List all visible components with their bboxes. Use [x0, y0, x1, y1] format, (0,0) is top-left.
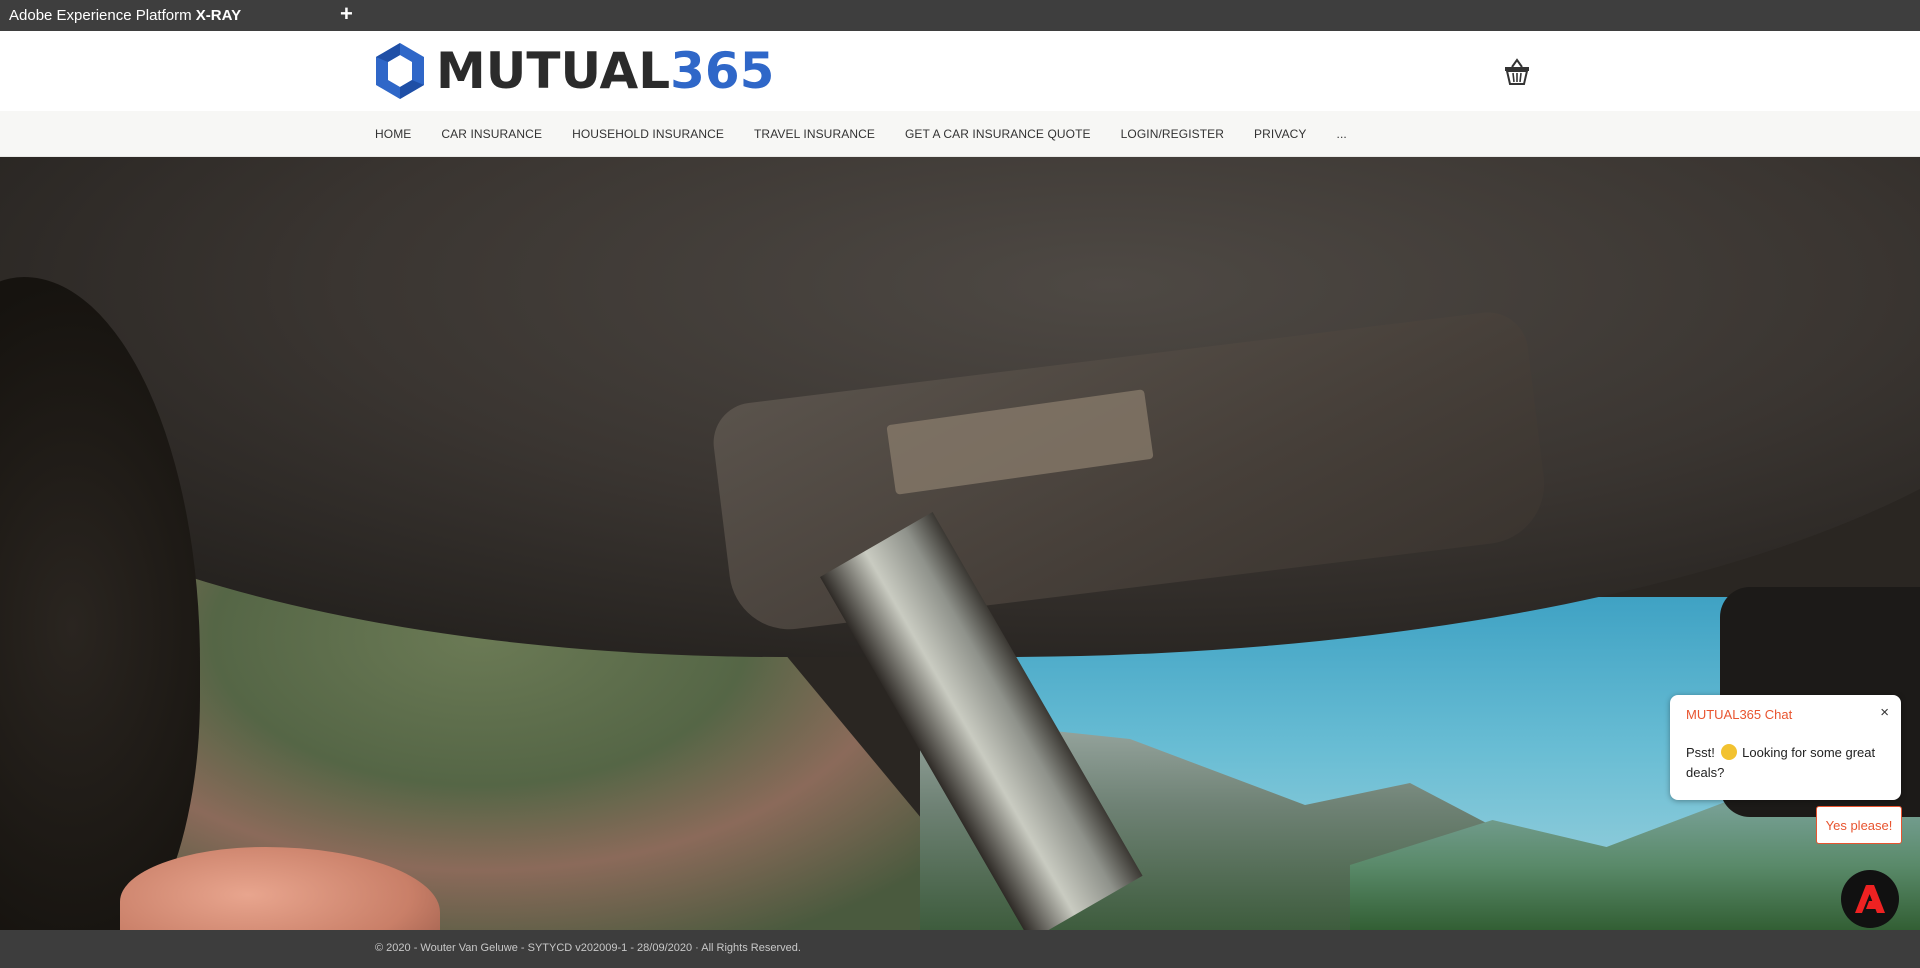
nav-item-home[interactable]: HOME — [375, 127, 411, 141]
xray-toolbar: Adobe Experience Platform X-RAY + — [0, 0, 1920, 31]
nav-item-travel-insurance[interactable]: TRAVEL INSURANCE — [754, 127, 875, 141]
chat-popup: MUTUAL365 Chat × Psst! Looking for some … — [1670, 695, 1901, 800]
chat-title: MUTUAL365 Chat — [1686, 707, 1793, 722]
chat-yes-button[interactable]: Yes please! — [1816, 806, 1902, 844]
close-icon[interactable]: × — [1880, 704, 1889, 722]
nav-item-car-insurance[interactable]: CAR INSURANCE — [441, 127, 542, 141]
logo-wordmark: MUTUAL365 — [436, 41, 774, 101]
hero-image — [0, 157, 1920, 931]
chat-message-start: Psst! — [1686, 745, 1715, 760]
chat-message-end: Looking for some great deals? — [1686, 745, 1876, 780]
add-button[interactable]: + — [340, 2, 353, 26]
adobe-icon[interactable] — [1841, 870, 1899, 928]
logo-text-365: 365 — [670, 42, 775, 100]
nav-item-login-register[interactable]: LOGIN/REGISTER — [1121, 127, 1224, 141]
site-header: MUTUAL365 — [0, 31, 1920, 111]
nav-item-car-insurance-quote[interactable]: GET A CAR INSURANCE QUOTE — [905, 127, 1091, 141]
nav-item-household-insurance[interactable]: HOUSEHOLD INSURANCE — [572, 127, 724, 141]
main-nav: HOME CAR INSURANCE HOUSEHOLD INSURANCE T… — [0, 111, 1920, 157]
nav-item-privacy[interactable]: PRIVACY — [1254, 127, 1307, 141]
site-footer: © 2020 - Wouter Van Geluwe - SYTYCD v202… — [0, 930, 1920, 968]
xray-title-bold: X-RAY — [195, 7, 242, 24]
logo-text-mutual: MUTUAL — [436, 42, 671, 100]
footer-copyright: © 2020 - Wouter Van Geluwe - SYTYCD v202… — [375, 942, 801, 954]
basket-icon[interactable] — [1504, 58, 1530, 86]
smiley-icon — [1720, 744, 1737, 760]
xray-title: Adobe Experience Platform X-RAY — [9, 7, 241, 24]
chat-message: Psst! Looking for some great deals? — [1686, 743, 1886, 783]
logo-mark-icon — [376, 43, 424, 99]
nav-item-more[interactable]: ... — [1337, 127, 1347, 141]
site-logo[interactable]: MUTUAL365 — [374, 41, 774, 101]
xray-title-prefix: Adobe Experience Platform — [9, 7, 196, 24]
